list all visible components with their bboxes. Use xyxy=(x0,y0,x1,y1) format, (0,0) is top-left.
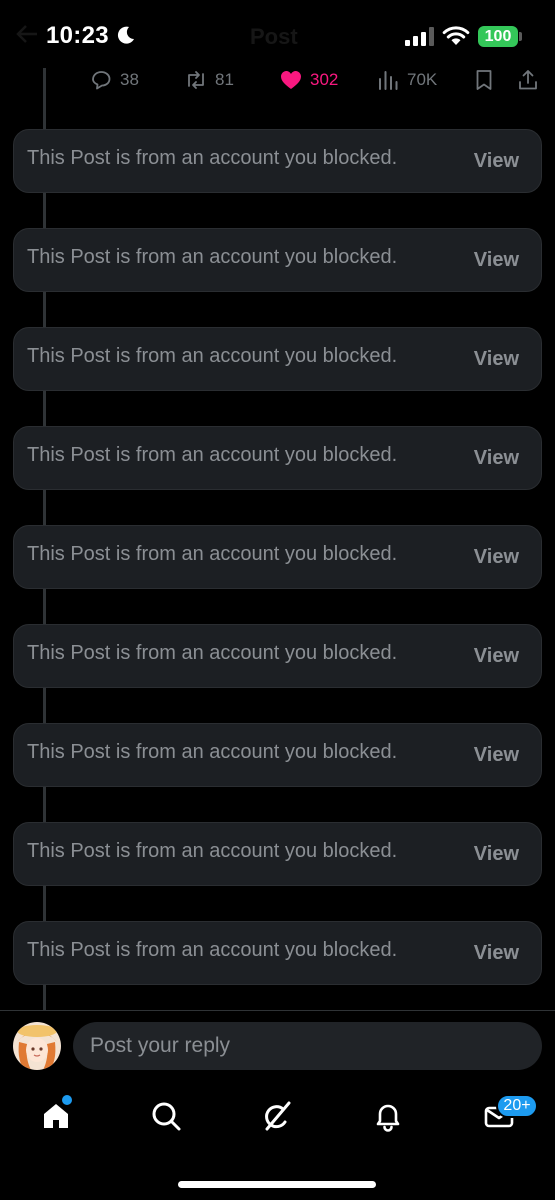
blocked-post-card: This Post is from an account you blocked… xyxy=(13,921,542,985)
heart-icon xyxy=(281,71,301,89)
blocked-post-card: This Post is from an account you blocked… xyxy=(13,129,542,193)
blocked-post-message: This Post is from an account you blocked… xyxy=(27,741,398,763)
view-button[interactable]: View xyxy=(474,645,519,668)
view-button[interactable]: View xyxy=(474,942,519,965)
post-action-row: 38 81 302 70K xyxy=(0,62,555,98)
view-button[interactable]: View xyxy=(474,546,519,569)
share-icon xyxy=(519,70,537,90)
reply-count: 38 xyxy=(120,70,139,89)
search-icon xyxy=(152,1102,181,1131)
bookmark-button[interactable] xyxy=(472,68,496,92)
view-button[interactable]: View xyxy=(474,348,519,371)
share-button[interactable] xyxy=(516,68,540,92)
blocked-post-card: This Post is from an account you blocked… xyxy=(13,426,542,490)
blocked-post-card: This Post is from an account you blocked… xyxy=(13,525,542,589)
reply-button[interactable]: 38 xyxy=(89,68,139,92)
blocked-post-card: This Post is from an account you blocked… xyxy=(13,228,542,292)
like-count: 302 xyxy=(310,70,339,89)
blocked-post-message: This Post is from an account you blocked… xyxy=(27,543,398,565)
comment-icon xyxy=(92,71,111,90)
home-notification-dot xyxy=(62,1095,72,1105)
reply-divider xyxy=(0,1010,555,1011)
wifi-icon xyxy=(442,26,470,45)
moon-icon xyxy=(117,26,134,44)
blocked-post-message: This Post is from an account you blocked… xyxy=(27,840,398,862)
tab-notifications[interactable] xyxy=(368,1096,408,1136)
view-button[interactable]: View xyxy=(474,249,519,272)
home-indicator[interactable] xyxy=(178,1181,376,1188)
status-time: 10:23 xyxy=(46,22,109,49)
reply-input[interactable] xyxy=(73,1022,542,1070)
tab-search[interactable] xyxy=(146,1096,186,1136)
blocked-post-message: This Post is from an account you blocked… xyxy=(27,939,398,961)
bookmark-icon xyxy=(476,70,492,90)
page-title: Post xyxy=(250,24,298,49)
status-bar: 10:23 Post 100 xyxy=(0,0,555,68)
blocked-post-message: This Post is from an account you blocked… xyxy=(27,444,398,466)
blocked-post-card: This Post is from an account you blocked… xyxy=(13,327,542,391)
blocked-post-card: This Post is from an account you blocked… xyxy=(13,822,542,886)
blocked-post-message: This Post is from an account you blocked… xyxy=(27,345,398,367)
view-button[interactable]: View xyxy=(474,843,519,866)
views-button[interactable]: 70K xyxy=(376,68,437,92)
avatar-image xyxy=(13,1022,61,1070)
view-count: 70K xyxy=(407,70,438,89)
repost-count: 81 xyxy=(215,70,234,89)
grok-icon xyxy=(265,1101,291,1131)
messages-badge: 20+ xyxy=(496,1094,538,1118)
blocked-post-card: This Post is from an account you blocked… xyxy=(13,723,542,787)
repost-button[interactable]: 81 xyxy=(184,68,234,92)
bell-icon xyxy=(376,1104,400,1132)
blocked-post-message: This Post is from an account you blocked… xyxy=(27,246,398,268)
like-button[interactable]: 302 xyxy=(279,68,338,92)
view-button[interactable]: View xyxy=(474,744,519,767)
back-arrow-icon[interactable] xyxy=(16,24,38,44)
analytics-icon xyxy=(379,71,398,90)
tab-grok[interactable] xyxy=(257,1096,297,1136)
battery-indicator: 100 xyxy=(478,26,518,47)
view-button[interactable]: View xyxy=(474,447,519,470)
view-button[interactable]: View xyxy=(474,150,519,173)
avatar[interactable] xyxy=(13,1022,61,1070)
repost-icon xyxy=(188,71,204,89)
blocked-post-message: This Post is from an account you blocked… xyxy=(27,147,398,169)
battery-cap xyxy=(519,32,522,41)
blocked-post-message: This Post is from an account you blocked… xyxy=(27,642,398,664)
blocked-post-card: This Post is from an account you blocked… xyxy=(13,624,542,688)
cellular-signal-icon xyxy=(405,27,434,46)
